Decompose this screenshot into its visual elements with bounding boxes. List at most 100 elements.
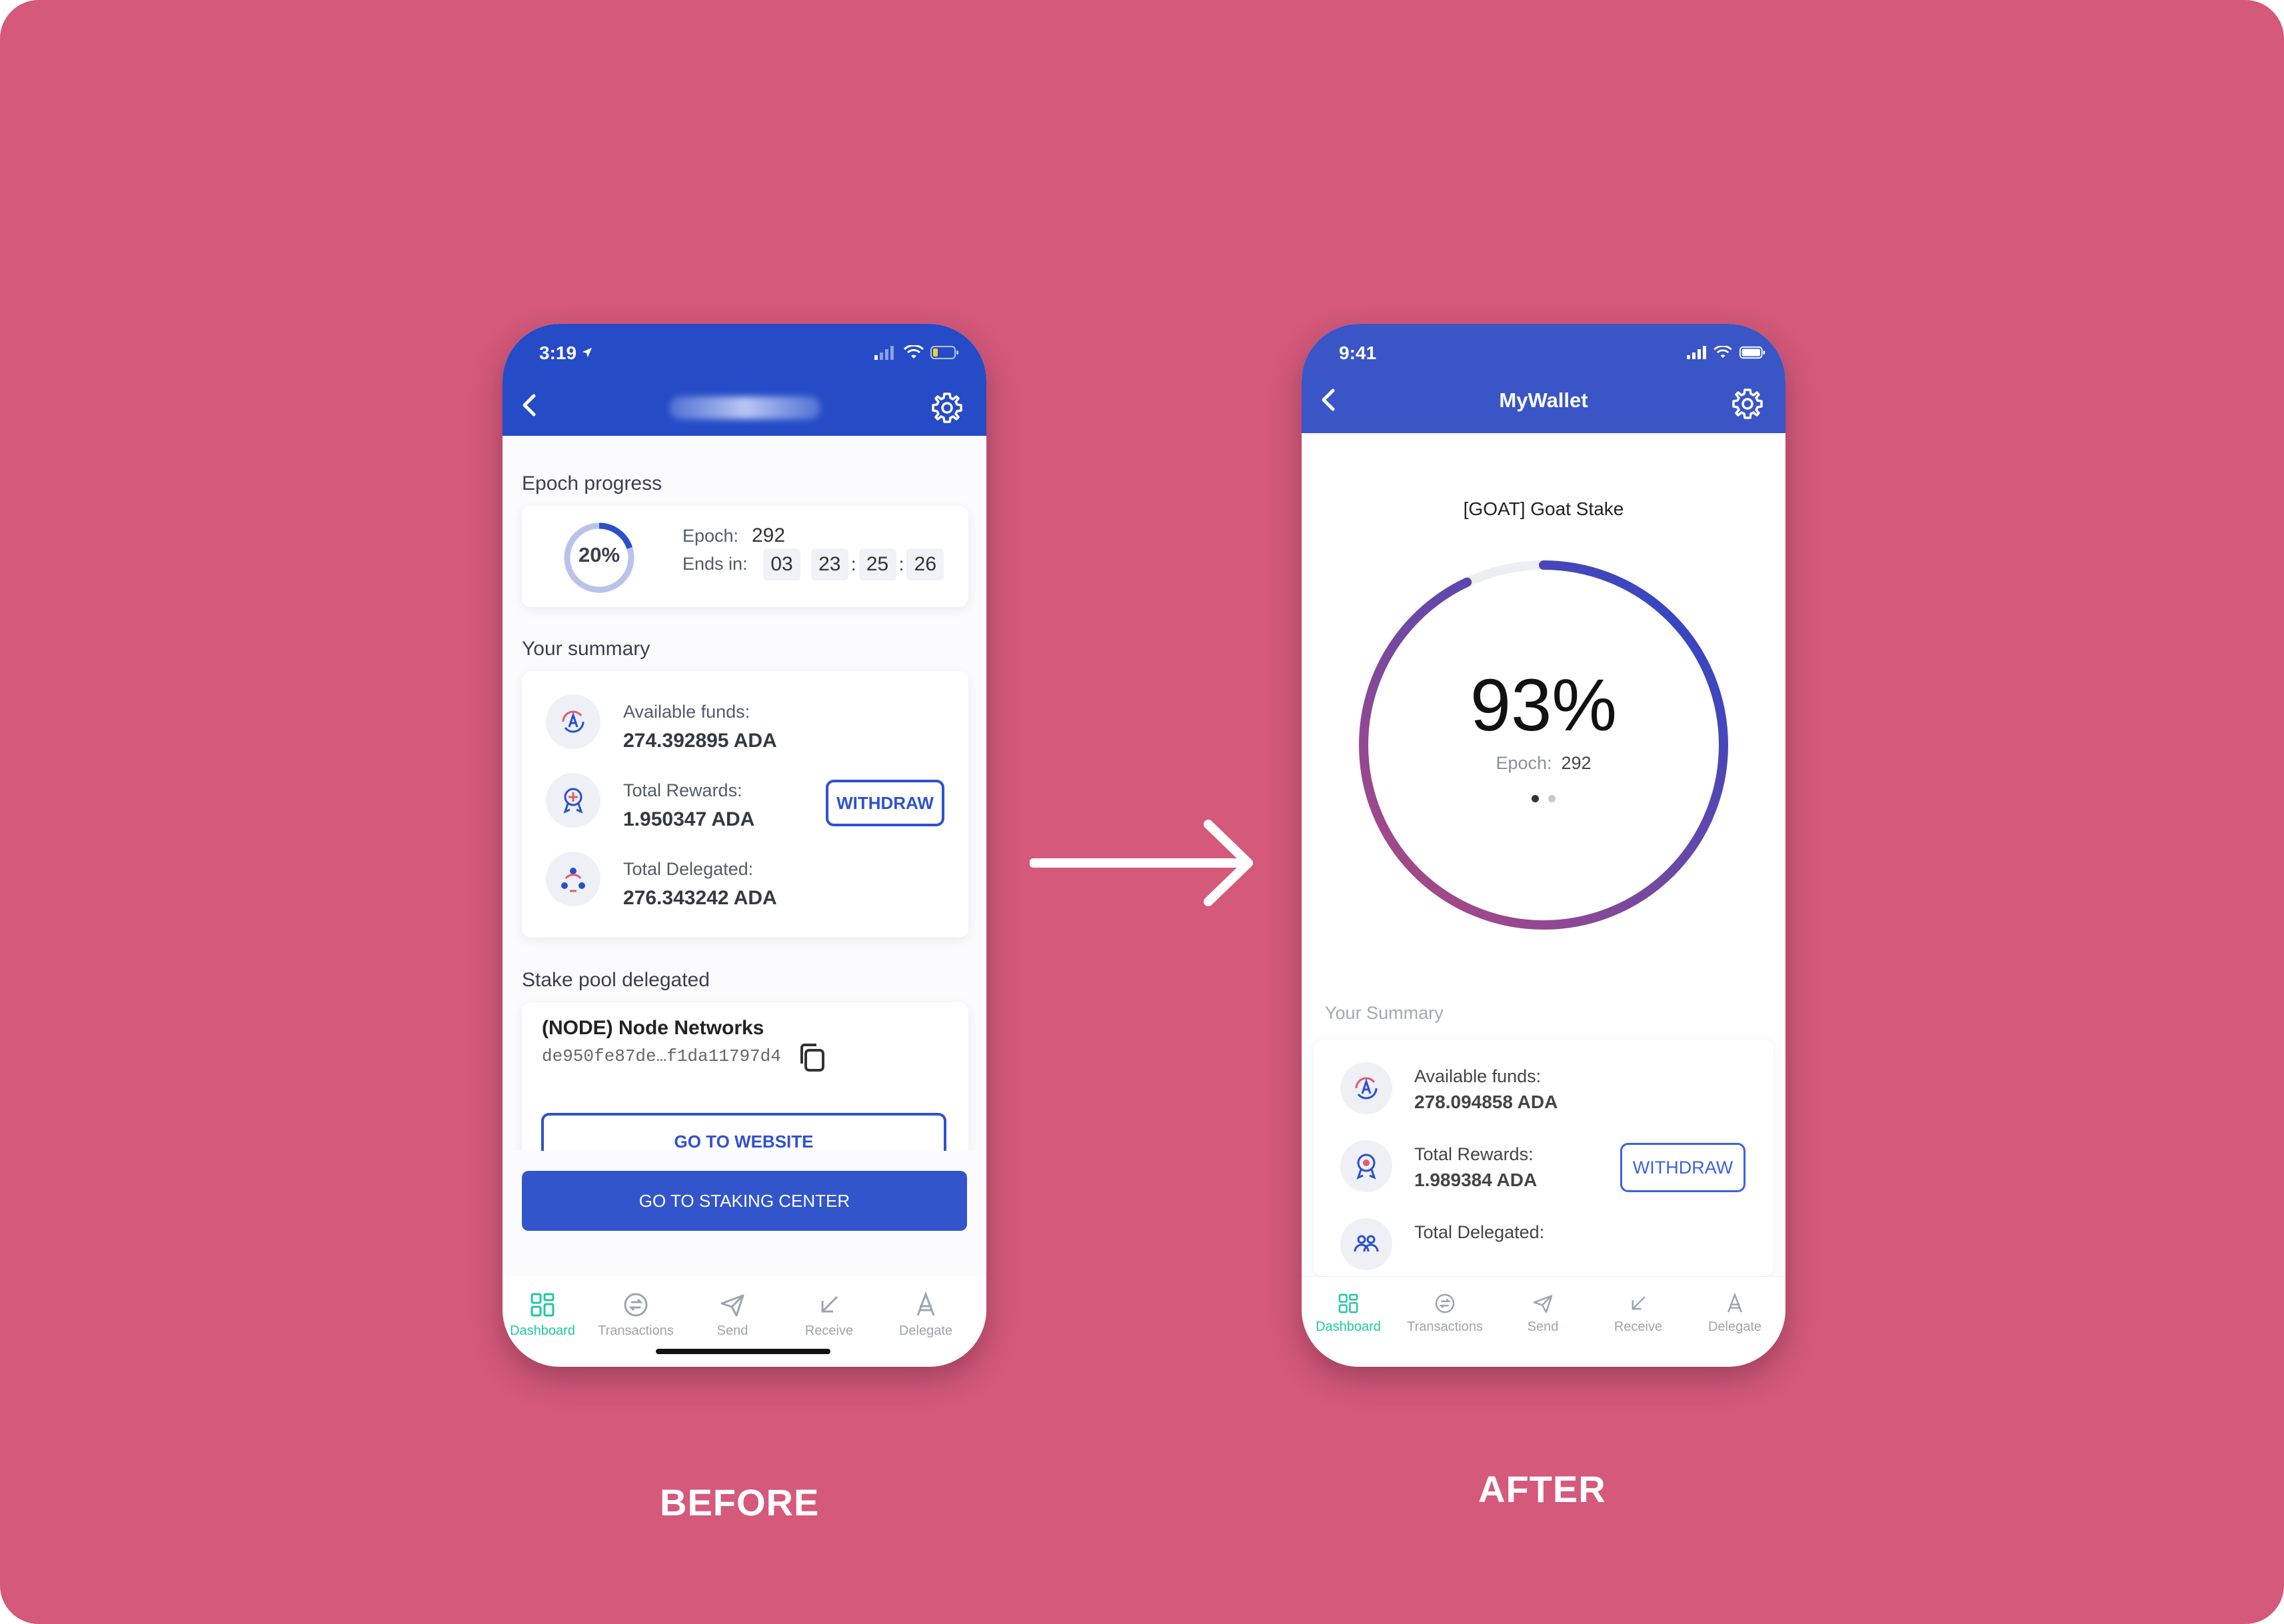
available-funds-value: 278.094858 ADA [1414,1092,1558,1112]
battery-icon [930,346,958,359]
withdraw-button[interactable]: WITHDRAW [1620,1143,1745,1192]
total-rewards-value: 1.950347 ADA [623,808,755,830]
nav-label: Receive [804,1323,854,1338]
pool-name: [GOAT] Goat Stake [1463,498,1624,519]
arrow-right-icon [1030,820,1253,906]
signal-icon [1687,346,1706,359]
copy-icon[interactable] [796,1041,828,1074]
receive-icon [1632,1296,1646,1310]
total-rewards-label: Total Rewards: [623,780,742,800]
dashboard-icon [1338,1293,1358,1313]
page-dots[interactable] [1302,795,1785,802]
epoch-progress-title: Epoch progress [522,472,662,494]
nav-transactions[interactable]: Transactions [589,1290,682,1339]
total-delegated-icon [546,852,600,906]
app-title: MyWallet [1499,389,1588,412]
available-funds-value: 274.392895 ADA [623,730,777,752]
bottom-action-area: GO TO STAKING CENTER [503,1151,986,1275]
available-funds-label: Available funds: [1414,1066,1542,1086]
summary-title: Your summary [522,638,650,660]
colon: : [850,554,856,574]
receive-icon [821,1295,838,1313]
total-rewards-icon [546,773,600,828]
nav-transactions[interactable]: Transactions [1398,1291,1492,1335]
total-rewards-icon [1340,1140,1392,1192]
nav-label: Send [716,1323,748,1338]
epoch-card: 20% Epoch: 292 Ends in: 03 : 23 : 25 : 2… [522,506,968,607]
transactions-icon [624,1293,648,1317]
nav-label: Receive [1614,1319,1663,1334]
withdraw-button[interactable]: WITHDRAW [826,780,944,826]
before-caption: BEFORE [660,1481,820,1523]
ends-in-label: Ends in: [682,554,748,574]
settings-gear-icon[interactable] [930,391,964,425]
nav-label: Dashboard [1316,1319,1381,1334]
signal-icon [874,346,894,360]
nav-label: Transactions [598,1323,674,1338]
nav-label: Delegate [1708,1319,1762,1334]
before-header: 3:19 [503,324,986,436]
page-dot[interactable] [1548,795,1556,802]
status-icons [874,343,960,363]
wifi-icon [904,345,924,359]
epoch-percent: 93% [1470,664,1618,746]
epoch-percent: 20% [578,543,620,566]
after-caption: AFTER [1478,1468,1606,1510]
epoch-value: 292 [1561,753,1592,773]
before-bottom-nav: Dashboard Transactions Send Receive Dele… [503,1275,986,1367]
nav-delegate[interactable]: Delegate [879,1290,972,1339]
status-icons [1687,343,1767,363]
page-dot-active[interactable] [1532,795,1539,802]
battery-icon [1739,346,1765,359]
summary-card: Available funds: 274.392895 ADA Total Re… [522,671,968,938]
nav-label: Delegate [898,1323,953,1338]
send-icon [720,1294,744,1317]
epoch-info: Epoch: 292 [1302,753,1785,774]
total-rewards-label: Total Rewards: [1414,1144,1534,1164]
before-phone: 3:19 Epoch progress 20% Epoch: 292 Ends … [503,324,986,1367]
stake-pool-title: Stake pool delegated [522,969,710,991]
settings-gear-icon[interactable] [1730,387,1765,421]
location-arrow-icon [582,347,592,358]
nav-receive[interactable]: Receive [782,1290,876,1339]
total-rewards-value: 1.989384 ADA [1414,1170,1538,1190]
home-indicator [656,1349,830,1354]
total-delegated-value: 276.343242 ADA [623,887,777,909]
epoch-label: Epoch: [1496,753,1552,773]
available-funds-label: Available funds: [623,702,750,722]
pool-id: de950fe87de…f1da11797d4 [542,1046,781,1066]
total-delegated-icon [1340,1218,1392,1270]
nav-label: Transactions [1407,1319,1483,1334]
send-icon [1533,1295,1553,1313]
nav-send[interactable]: Send [1496,1291,1590,1335]
nav-receive[interactable]: Receive [1592,1291,1685,1335]
summary-card: Available funds: 278.094858 ADA Total Re… [1314,1040,1773,1276]
available-funds-icon [1340,1062,1392,1114]
after-header: 9:41 MyWallet [1302,324,1785,433]
available-funds-icon [546,694,600,749]
status-time: 9:41 [1339,343,1377,363]
back-chevron-icon[interactable] [516,391,545,420]
presentation-canvas: 3:19 Epoch progress 20% Epoch: 292 Ends … [0,0,2284,1624]
after-content: [GOAT] Goat Stake 93% Epoch: 292 Your Su… [1302,433,1785,1276]
delegate-icon [1727,1292,1742,1313]
summary-title: Your Summary [1325,1003,1444,1023]
nav-label: Dashboard [510,1323,575,1338]
countdown-seconds: 26 [906,548,944,580]
countdown-hours: 23 [810,548,848,580]
nav-dashboard[interactable]: Dashboard [503,1290,589,1339]
go-to-staking-center-button[interactable]: GO TO STAKING CENTER [522,1171,967,1231]
delegate-icon [916,1291,935,1316]
before-content: Epoch progress 20% Epoch: 292 Ends in: 0… [503,436,986,1275]
wifi-icon [1713,346,1732,359]
epoch-value: 292 [752,524,786,546]
status-time: 3:19 [539,343,577,363]
pool-name: (NODE) Node Networks [542,1017,764,1039]
after-bottom-nav: Dashboard Transactions Send Receive Dele… [1302,1276,1785,1367]
blurred-wallet-title [669,397,821,419]
nav-send[interactable]: Send [686,1290,779,1339]
epoch-label: Epoch: [682,526,739,546]
nav-delegate[interactable]: Delegate [1688,1291,1781,1335]
countdown-days: 03 [763,548,800,580]
nav-dashboard[interactable]: Dashboard [1302,1291,1395,1335]
